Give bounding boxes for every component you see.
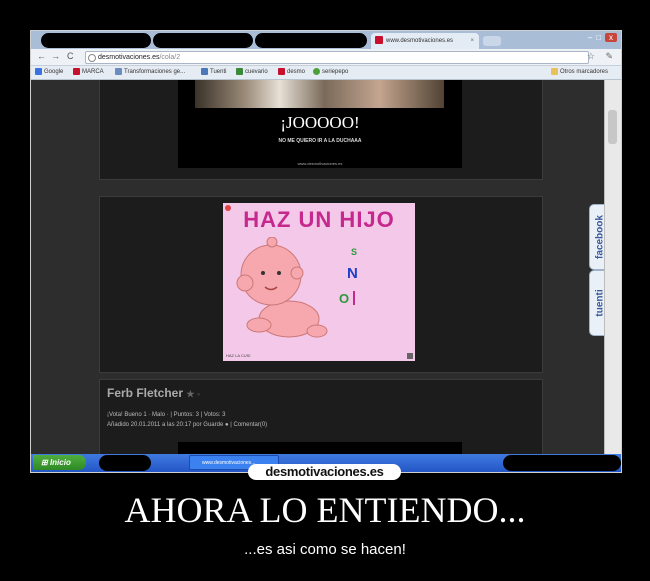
redacted-tab — [41, 33, 151, 48]
poster-title: AHORA LO ENTIENDO... — [124, 490, 526, 530]
post-card: ¡JOOOOO! NO ME QUIERO IR A LA DUCHAAA ww… — [99, 80, 543, 180]
tab-strip: www.desmotivaciones.es × –□ x — [31, 31, 621, 49]
window-controls: –□ x — [588, 33, 617, 42]
windows-logo-icon: ⊞ — [41, 458, 50, 467]
letter-n: N — [347, 265, 358, 282]
minimize-icon[interactable]: – — [588, 33, 596, 42]
next-image-placeholder — [178, 442, 462, 454]
facebook-tab[interactable]: facebook — [589, 204, 605, 270]
bookmark-star-icon[interactable]: ☆ — [587, 51, 595, 62]
meta-line[interactable]: Añadido 20.01.2011 a las 20:17 por Guard… — [107, 422, 267, 428]
cuevario-icon — [236, 68, 243, 75]
tuenti-icon — [201, 68, 208, 75]
bookmark-label: Google — [44, 69, 64, 76]
page-icon — [115, 68, 122, 75]
new-tab-button[interactable] — [483, 36, 501, 46]
bookmark-cuevario[interactable]: cuevario — [236, 68, 268, 77]
back-arrow-icon[interactable]: ← — [37, 51, 46, 61]
post-title: ¡JOOOOO! — [280, 113, 360, 132]
seriepepo-icon — [313, 68, 320, 75]
url-host: desmotivaciones.es — [98, 54, 160, 61]
bookmark-label: MARCA — [82, 69, 104, 76]
redacted-system-tray — [503, 455, 621, 471]
letter-s: S — [351, 247, 358, 257]
screenshot-frame: www.desmotivaciones.es × –□ x ← → C desmo… — [30, 30, 622, 473]
bookmark-label: cuevario — [245, 69, 268, 76]
divider — [353, 291, 355, 305]
scrollbar[interactable] — [604, 80, 621, 454]
demotivator-image[interactable]: ¡JOOOOO! NO ME QUIERO IR A LA DUCHAAA ww… — [178, 80, 462, 168]
scrollbar-thumb[interactable] — [608, 110, 617, 144]
start-label: Inicio — [49, 458, 71, 467]
active-tab[interactable]: www.desmotivaciones.es × — [371, 33, 479, 49]
vote-line[interactable]: ¡Vota! Bueno 1 · Malo · | Puntos: 3 | Vo… — [107, 412, 226, 418]
post-card: Ferb Fletcher ★ ◦ ¡Vota! Bueno 1 · Malo … — [99, 379, 543, 454]
google-icon — [35, 68, 42, 75]
bookmark-tuenti[interactable]: Tuenti — [201, 68, 226, 77]
corner-icon — [407, 353, 413, 359]
haz-un-hijo-image[interactable]: HAZ UN HIJO S N O HAZ LA CUSI — [223, 203, 415, 361]
bookmark-label: desmo — [287, 69, 306, 76]
bookmark-label: Transformaciones ge... — [124, 69, 186, 76]
page-content: ¡JOOOOO! NO ME QUIERO IR A LA DUCHAAA ww… — [31, 80, 605, 454]
image-caption: HAZ LA CUSI — [226, 353, 251, 358]
bookmark-transformaciones[interactable]: Transformaciones ge... — [115, 68, 185, 77]
post-card: HAZ UN HIJO S N O HAZ LA CUSI — [99, 196, 543, 373]
post-watermark: www.desmotivaciones.es — [297, 161, 343, 166]
bookmark-google[interactable]: Google — [35, 68, 63, 77]
desmo-icon — [278, 68, 285, 75]
forward-arrow-icon[interactable]: → — [51, 51, 60, 61]
task-label: www.desmotivaciones... — [202, 460, 256, 466]
wrench-icon[interactable]: ✎ — [605, 51, 613, 62]
bookmark-marca[interactable]: MARCA — [73, 68, 104, 77]
reload-icon[interactable]: C — [67, 51, 74, 61]
url-path: /cola/2 — [159, 54, 181, 61]
image-heading: HAZ UN HIJO — [243, 207, 395, 232]
other-bookmarks-label: Otros marcadores — [560, 69, 609, 76]
baby-illustration — [236, 237, 328, 338]
close-window-icon[interactable]: x — [605, 33, 617, 42]
desmo-icon — [375, 36, 383, 45]
tuenti-tab[interactable]: tuenti — [589, 270, 605, 336]
bookmark-desmo[interactable]: desmo — [278, 68, 305, 77]
maximize-icon[interactable]: □ — [596, 33, 605, 42]
close-tab-icon[interactable]: × — [470, 33, 474, 49]
site-logo: desmotivaciones.es — [248, 464, 401, 480]
url-input[interactable]: desmotivaciones.es/cola/2 — [85, 51, 589, 64]
folder-icon — [551, 68, 558, 75]
redacted-tab — [153, 33, 253, 48]
post-photo — [195, 80, 444, 108]
address-bar-row: ← → C desmotivaciones.es/cola/2 ☆ ✎ — [31, 49, 621, 66]
star-icon: ★ ◦ — [186, 389, 201, 399]
bookmark-seriepepo[interactable]: seriepepo — [313, 68, 348, 77]
bookmark-label: Tuenti — [210, 69, 227, 76]
post-author-name: Ferb Fletcher — [107, 386, 184, 400]
bookmark-label: seriepepo — [322, 69, 349, 76]
letter-o: O — [339, 291, 350, 306]
post-subtitle: NO ME QUIERO IR A LA DUCHAAA — [278, 138, 362, 144]
redacted-taskbar-item — [99, 455, 151, 471]
other-bookmarks[interactable]: Otros marcadores — [551, 68, 608, 77]
marca-icon — [73, 68, 80, 75]
tab-title: www.desmotivaciones.es — [386, 38, 454, 44]
bookmarks-bar: Google MARCA Transformaciones ge... Tuen… — [31, 66, 621, 80]
globe-icon — [88, 54, 96, 62]
redacted-tab — [255, 33, 367, 48]
post-author[interactable]: Ferb Fletcher ★ ◦ — [107, 386, 200, 400]
start-button[interactable]: ⊞ Inicio — [33, 455, 86, 470]
poster-subtitle: ...es asi como se hacen! — [244, 541, 406, 558]
